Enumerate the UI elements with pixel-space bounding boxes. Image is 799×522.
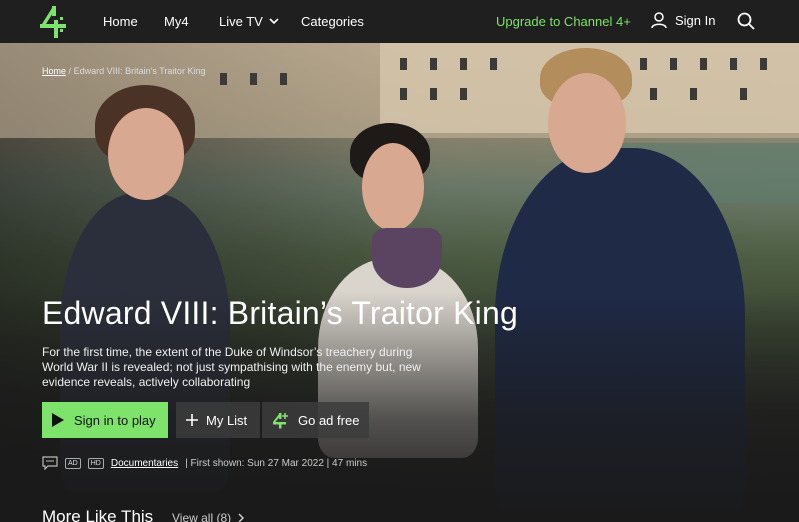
nav-categories-link[interactable]: Categories xyxy=(301,14,364,29)
programme-description: For the first time, the extent of the Du… xyxy=(42,345,421,389)
plus-icon xyxy=(186,414,198,426)
play-button-label: Sign in to play xyxy=(74,412,156,428)
chevron-right-icon xyxy=(238,513,245,522)
view-all-label: View all (8) xyxy=(172,511,232,522)
breadcrumb-current: Edward VIII: Britain’s Traitor King xyxy=(73,66,206,76)
view-all-link[interactable]: View all (8) xyxy=(172,511,245,522)
breadcrumb-separator: / xyxy=(68,66,72,76)
first-shown-text: | First shown: Sun 27 Mar 2022 | 47 mins xyxy=(185,457,368,469)
channel4-logo[interactable] xyxy=(40,6,66,38)
top-nav: Home My4 Live TV Categories Upgrade to C… xyxy=(0,0,799,43)
channel4-plus-icon xyxy=(273,413,288,429)
my-list-button[interactable]: My List xyxy=(176,402,260,438)
nav-home-link[interactable]: Home xyxy=(103,14,138,29)
play-icon xyxy=(52,413,64,427)
sign-in-label: Sign In xyxy=(675,13,716,28)
nav-live-tv-link[interactable]: Live TV xyxy=(219,14,279,29)
breadcrumb-home-link[interactable]: Home xyxy=(42,66,66,76)
hd-icon: HD xyxy=(87,457,104,469)
genre-link[interactable]: Documentaries xyxy=(111,458,178,469)
more-like-this-heading: More Like This xyxy=(42,507,154,522)
sign-in-button[interactable]: Sign In xyxy=(651,12,715,29)
go-ad-free-label: Go ad free xyxy=(298,412,360,428)
upgrade-link[interactable]: Upgrade to Channel 4+ xyxy=(496,14,631,29)
subtitles-icon xyxy=(42,456,58,470)
audio-description-icon: AD xyxy=(65,457,81,469)
chevron-down-icon xyxy=(269,18,279,25)
hero-banner: Home / Edward VIII: Britain’s Traitor Ki… xyxy=(0,43,799,522)
go-ad-free-button[interactable]: Go ad free xyxy=(262,402,369,438)
programme-title: Edward VIII: Britain’s Traitor King xyxy=(42,295,518,331)
breadcrumb: Home / Edward VIII: Britain’s Traitor Ki… xyxy=(42,66,205,76)
nav-live-tv-label: Live TV xyxy=(219,14,263,29)
my-list-label: My List xyxy=(206,412,248,428)
programme-meta: AD HD Documentaries | First shown: Sun 2… xyxy=(42,456,367,470)
sign-in-to-play-button[interactable]: Sign in to play xyxy=(42,402,168,438)
search-icon[interactable] xyxy=(737,12,755,30)
nav-my4-link[interactable]: My4 xyxy=(164,14,189,29)
user-icon xyxy=(651,12,667,29)
